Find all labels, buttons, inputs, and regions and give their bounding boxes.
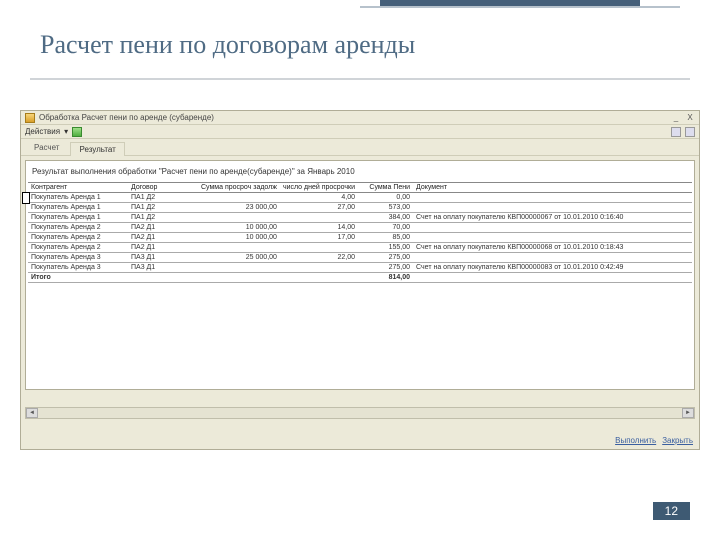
cell-c3: 25 000,00 [198, 253, 280, 263]
scroll-left-button[interactable]: ◄ [26, 408, 38, 418]
app-window: Обработка Расчет пени по аренде (субарен… [20, 110, 700, 450]
close-link[interactable]: Закрыть [662, 436, 693, 445]
dropdown-icon[interactable]: ▾ [64, 127, 68, 136]
cell-c1: Покупатель Аренда 1 [28, 193, 128, 203]
table-row: Покупатель Аренда 2ПА2 Д1 155,00Счет на о… [28, 243, 692, 253]
title-bar: Обработка Расчет пени по аренде (субарен… [21, 111, 699, 125]
slide-divider [30, 78, 690, 80]
cell-c6: Счет на оплату покупателю КВП00000083 от… [413, 263, 692, 273]
table-row: Покупатель Аренда 3ПА3 Д1 275,00Счет на о… [28, 263, 692, 273]
cell-c2: ПА1 Д2 [128, 213, 198, 223]
cell-c2: ПА3 Д1 [128, 253, 198, 263]
cell-c2: ПА2 Д1 [128, 223, 198, 233]
cell-c1: Покупатель Аренда 1 [28, 203, 128, 213]
cell-c1: Покупатель Аренда 3 [28, 253, 128, 263]
cell-c6 [413, 223, 692, 233]
menu-bar: Действия ▾ [21, 125, 699, 139]
cell-c3: 23 000,00 [198, 203, 280, 213]
cell-c2: ПА2 Д1 [128, 243, 198, 253]
cell-c2: ПА1 Д2 [128, 203, 198, 213]
table-row: Покупатель Аренда 2ПА2 Д110 000,0014,007… [28, 223, 692, 233]
table-row: Покупатель Аренда 3ПА3 Д125 000,0022,002… [28, 253, 692, 263]
actions-menu[interactable]: Действия [25, 127, 60, 136]
cell-c2: ПА1 Д2 [128, 193, 198, 203]
table-row: Покупатель Аренда 2ПА2 Д110 000,0017,008… [28, 233, 692, 243]
cell-c4 [280, 243, 358, 253]
cell-c6: Счет на оплату покупателю КВП00000067 от… [413, 213, 692, 223]
cell-c6 [413, 253, 692, 263]
cell-c5: 384,00 [358, 213, 413, 223]
cell-c6 [413, 193, 692, 203]
total-label: Итого [28, 273, 128, 283]
slide-title: Расчет пени по договорам аренды [40, 30, 415, 60]
tab-content: Результат выполнения обработки "Расчет п… [21, 155, 699, 394]
col-counterparty: Контрагент [28, 183, 128, 193]
cell-c2: ПА3 Д1 [128, 263, 198, 273]
col-penalty: Сумма Пени [358, 183, 413, 193]
cell-c5: 155,00 [358, 243, 413, 253]
cell-c4 [280, 213, 358, 223]
table-row: Покупатель Аренда 1ПА1 Д2 4,000,00 [28, 193, 692, 203]
cell-c3: 10 000,00 [198, 223, 280, 233]
report-table: Контрагент Договор Сумма просроч задолж … [28, 182, 692, 283]
col-debt-sum: Сумма просроч задолж [198, 183, 280, 193]
col-days: число дней просрочки [280, 183, 358, 193]
cell-c5: 70,00 [358, 223, 413, 233]
app-icon [25, 113, 35, 123]
table-header-row: Контрагент Договор Сумма просроч задолж … [28, 183, 692, 193]
cell-c6 [413, 203, 692, 213]
run-icon[interactable] [72, 127, 82, 137]
cell-c6: Счет на оплату покупателю КВП00000068 от… [413, 243, 692, 253]
run-button[interactable]: Выполнить [615, 436, 656, 445]
cell-c2: ПА2 Д1 [128, 233, 198, 243]
bracket-marker [22, 192, 30, 204]
cell-c4: 17,00 [280, 233, 358, 243]
cell-c3 [198, 193, 280, 203]
cell-c5: 275,00 [358, 263, 413, 273]
footer-bar: Выполнить Закрыть [615, 436, 693, 445]
total-sum: 814,00 [358, 273, 413, 283]
cell-c3 [198, 243, 280, 253]
table-row: Покупатель Аренда 1ПА1 Д2 384,00Счет на о… [28, 213, 692, 223]
cell-c5: 275,00 [358, 253, 413, 263]
col-contract: Договор [128, 183, 198, 193]
cell-c4: 14,00 [280, 223, 358, 233]
slide-accent-line [360, 6, 680, 8]
cell-c5: 0,00 [358, 193, 413, 203]
cell-c1: Покупатель Аренда 3 [28, 263, 128, 273]
cell-c4: 27,00 [280, 203, 358, 213]
report-title: Результат выполнения обработки "Расчет п… [28, 165, 692, 178]
window-title: Обработка Расчет пени по аренде (субарен… [39, 113, 671, 122]
cell-c1: Покупатель Аренда 2 [28, 243, 128, 253]
cell-c4 [280, 263, 358, 273]
cell-c6 [413, 233, 692, 243]
col-document: Документ [413, 183, 692, 193]
cell-c4: 22,00 [280, 253, 358, 263]
close-button[interactable]: X [685, 113, 695, 123]
tabs-bar: Расчет Результат [21, 139, 699, 155]
tab-calc[interactable]: Расчет [25, 140, 68, 155]
minimize-button[interactable]: _ [671, 113, 681, 123]
cell-c1: Покупатель Аренда 2 [28, 233, 128, 243]
cell-c1: Покупатель Аренда 1 [28, 213, 128, 223]
cell-c3: 10 000,00 [198, 233, 280, 243]
help-icon[interactable] [685, 127, 695, 137]
page-number: 12 [653, 502, 690, 520]
report-document: Результат выполнения обработки "Расчет п… [25, 160, 695, 390]
cell-c5: 573,00 [358, 203, 413, 213]
cell-c5: 85,00 [358, 233, 413, 243]
cell-c3 [198, 263, 280, 273]
settings-icon[interactable] [671, 127, 681, 137]
cell-c3 [198, 213, 280, 223]
cell-c4: 4,00 [280, 193, 358, 203]
tab-result[interactable]: Результат [70, 142, 124, 156]
horizontal-scrollbar[interactable]: ◄ ► [25, 407, 695, 419]
scroll-right-button[interactable]: ► [682, 408, 694, 418]
cell-c1: Покупатель Аренда 2 [28, 223, 128, 233]
table-row: Покупатель Аренда 1ПА1 Д223 000,0027,005… [28, 203, 692, 213]
total-row: Итого 814,00 [28, 273, 692, 283]
